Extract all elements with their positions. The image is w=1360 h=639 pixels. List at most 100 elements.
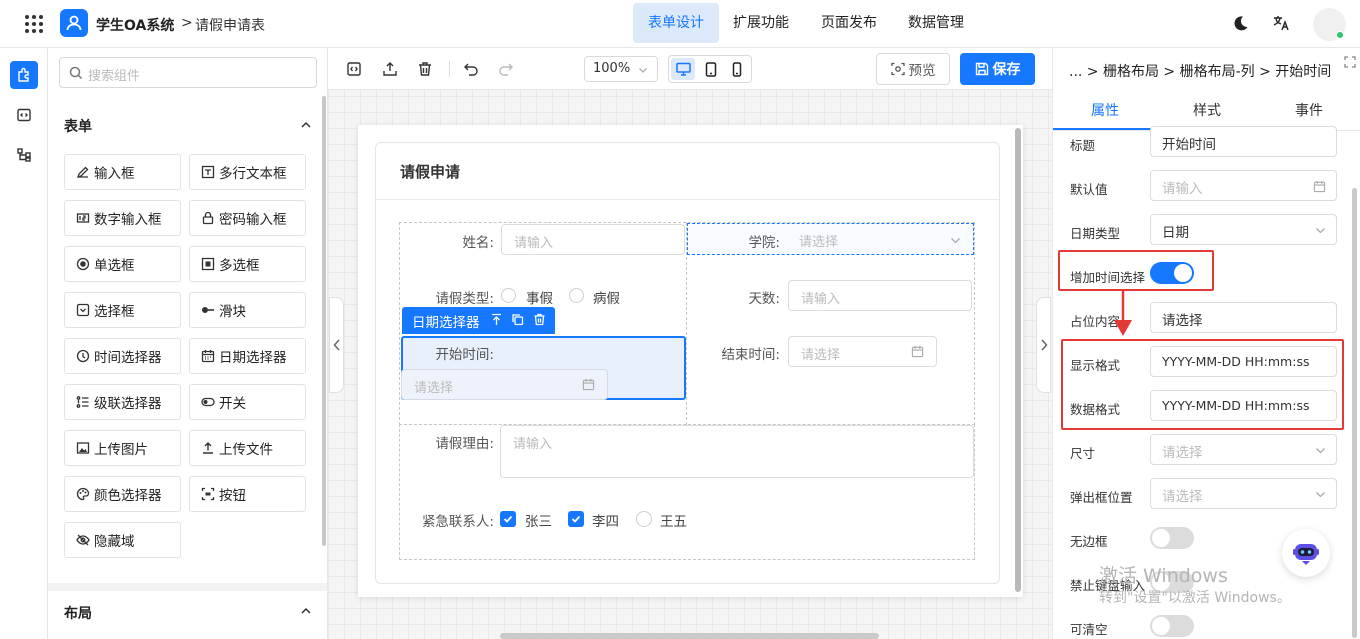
palette-scrollbar[interactable]: [322, 96, 326, 546]
apps-grid-icon[interactable]: [24, 14, 44, 34]
component-time-picker[interactable]: 时间选择器: [64, 338, 181, 374]
assistant-bot-button[interactable]: [1282, 529, 1330, 577]
component-palette: 搜索组件 表单 输入框 多行文本框 数字输入框 密码输入框 单选框 多选框 选择…: [48, 48, 328, 639]
prop-datetype-select[interactable]: 日期: [1150, 214, 1337, 245]
start-time-picker[interactable]: 请选择: [401, 369, 608, 400]
breadcrumb-separator: >: [181, 15, 193, 31]
component-date-picker[interactable]: 日期选择器: [189, 338, 306, 374]
leave-type-label: 请假类型:: [435, 291, 494, 307]
tab-form-design[interactable]: 表单设计: [633, 3, 719, 43]
prop-popup-select[interactable]: 请选择: [1150, 478, 1337, 509]
component-upload-image[interactable]: 上传图片: [64, 430, 181, 466]
activation-watermark-title: 激活 Windows: [1099, 565, 1228, 587]
name-input[interactable]: 请输入: [501, 224, 685, 255]
tab-styles[interactable]: 样式: [1157, 100, 1257, 122]
prop-borderless-switch[interactable]: [1150, 527, 1194, 549]
chevron-up-icon[interactable]: [300, 605, 312, 617]
code-icon[interactable]: [10, 101, 38, 129]
reason-textarea[interactable]: 请输入: [500, 425, 974, 478]
prop-title-input[interactable]: 开始时间: [1150, 126, 1337, 157]
component-color-picker[interactable]: 颜色选择器: [64, 476, 181, 512]
component-button[interactable]: 按钮: [189, 476, 306, 512]
panel-scrollbar[interactable]: [1352, 188, 1357, 638]
mobile-icon[interactable]: [725, 58, 749, 80]
tablet-icon[interactable]: [699, 58, 723, 80]
component-checkbox[interactable]: 多选框: [189, 246, 306, 282]
tab-events[interactable]: 事件: [1257, 100, 1360, 122]
expand-icon[interactable]: [1344, 56, 1356, 68]
moon-icon[interactable]: [1232, 15, 1249, 32]
prop-placeholder-input[interactable]: 请选择: [1150, 302, 1337, 333]
prop-clearable-switch[interactable]: [1150, 615, 1194, 637]
prop-size-select[interactable]: 请选择: [1150, 434, 1337, 465]
checkbox-wangwu[interactable]: [636, 511, 652, 527]
end-time-picker[interactable]: 请选择: [788, 336, 937, 367]
avatar[interactable]: [1313, 8, 1346, 41]
prop-datetype-label: 日期类型: [1070, 226, 1121, 241]
contact-label: 紧急联系人:: [421, 514, 494, 530]
zoom-select[interactable]: 100%: [584, 56, 658, 82]
prop-borderless-label: 无边框: [1070, 534, 1108, 549]
number-icon: [76, 213, 90, 223]
undo-icon[interactable]: [462, 60, 480, 78]
collapse-left-panel[interactable]: [329, 297, 344, 393]
active-tab-indicator: [1053, 128, 1157, 130]
import-icon[interactable]: [381, 60, 399, 78]
search-input[interactable]: 搜索组件: [59, 57, 317, 88]
code-view-icon[interactable]: [345, 60, 363, 78]
component-select[interactable]: 选择框: [64, 292, 181, 328]
delete-icon[interactable]: [533, 313, 546, 326]
move-up-icon[interactable]: [490, 313, 503, 326]
collapse-right-panel[interactable]: [1036, 297, 1051, 393]
option-sick-leave: 病假: [593, 291, 620, 307]
chevron-up-icon[interactable]: [300, 119, 312, 131]
component-input[interactable]: 输入框: [64, 154, 181, 190]
checkbox-zhangsan[interactable]: [500, 511, 516, 527]
chevron-down-icon: [1316, 448, 1325, 454]
component-slider[interactable]: 滑块: [189, 292, 306, 328]
user-icon: [60, 9, 88, 37]
radio-personal-leave[interactable]: [501, 288, 516, 303]
trash-icon[interactable]: [416, 60, 434, 78]
component-password-input[interactable]: 密码输入框: [189, 200, 306, 236]
redo-icon[interactable]: [497, 60, 515, 78]
component-path-breadcrumb[interactable]: ... > 栅格布局 > 栅格布局-列 > 开始时间: [1069, 61, 1331, 81]
prop-default-input[interactable]: 请输入: [1150, 170, 1337, 201]
switch-icon: [201, 397, 215, 407]
radio-sick-leave[interactable]: [569, 288, 584, 303]
end-time-label: 结束时间:: [721, 347, 780, 363]
breadcrumb[interactable]: 请假申请表: [195, 15, 265, 35]
checkbox-lisi[interactable]: [568, 511, 584, 527]
translate-icon[interactable]: [1272, 14, 1290, 32]
cascader-icon: [76, 396, 89, 408]
component-cascader[interactable]: 级联选择器: [64, 384, 181, 420]
college-select[interactable]: 请选择: [787, 225, 972, 254]
slider-icon: [202, 307, 214, 313]
copy-icon[interactable]: [511, 313, 524, 326]
desktop-icon[interactable]: [671, 58, 695, 80]
canvas-horizontal-scrollbar[interactable]: [500, 633, 879, 639]
section-title-form: 表单: [64, 119, 92, 135]
highlight-box-formats: [1061, 339, 1344, 430]
tab-data-management[interactable]: 数据管理: [894, 3, 978, 43]
component-textarea[interactable]: 多行文本框: [189, 154, 306, 190]
component-hidden-field[interactable]: 隐藏域: [64, 522, 181, 558]
save-button[interactable]: 保存: [960, 53, 1035, 85]
check-icon: [503, 515, 513, 523]
component-number-input[interactable]: 数字输入框: [64, 200, 181, 236]
component-switch[interactable]: 开关: [189, 384, 306, 420]
component-radio[interactable]: 单选框: [64, 246, 181, 282]
tab-publish[interactable]: 页面发布: [807, 3, 891, 43]
component-library-icon[interactable]: [10, 61, 38, 89]
floppy-icon: [975, 62, 988, 76]
days-input[interactable]: 请输入: [788, 280, 972, 311]
tab-extensions[interactable]: 扩展功能: [719, 3, 803, 43]
canvas-vertical-scrollbar[interactable]: [1015, 128, 1021, 592]
activation-watermark-subtitle: 转到"设置"以激活 Windows。: [1099, 590, 1291, 606]
preview-button[interactable]: 预览: [876, 53, 950, 85]
tree-structure-icon[interactable]: [10, 141, 38, 169]
component-upload-file[interactable]: 上传文件: [189, 430, 306, 466]
tab-properties[interactable]: 属性: [1053, 100, 1157, 122]
select-icon: [76, 303, 90, 317]
left-rail: [0, 48, 48, 639]
